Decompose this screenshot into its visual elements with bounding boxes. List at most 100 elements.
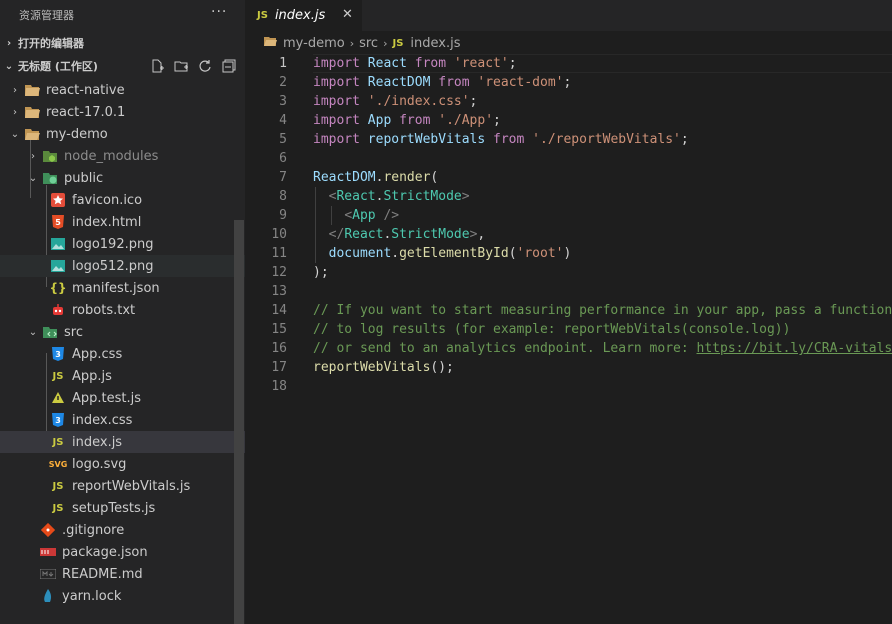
breadcrumb-sub[interactable]: src <box>359 36 378 51</box>
code-line[interactable]: 13 <box>245 282 892 301</box>
code-line[interactable]: 16 // or send to an analytics endpoint. L… <box>245 339 892 358</box>
code-line[interactable]: 4 import App from './App'; <box>245 111 892 130</box>
code-text: document.getElementById('root') <box>328 246 572 261</box>
robot-icon <box>50 302 66 318</box>
code-line[interactable]: 14 // If you want to start measuring perf… <box>245 301 892 320</box>
svg-text:3: 3 <box>55 350 61 359</box>
editor-area: JS index.js ✕ my-demo › src › JS index.j… <box>245 0 892 624</box>
tree-folder[interactable]: › react-native <box>0 79 245 101</box>
workspace-section[interactable]: ⌄ 无标题 (工作区) <box>0 55 245 77</box>
code-line[interactable]: 5 import reportWebVitals from './reportWe… <box>245 130 892 149</box>
tree-file[interactable]: JS index.js <box>0 431 245 453</box>
code-line[interactable]: 9 <App /> <box>245 206 892 225</box>
breadcrumb-file[interactable]: index.js <box>410 36 460 51</box>
line-number: 11 <box>271 246 287 261</box>
code-line[interactable]: 11 document.getElementById('root') <box>245 244 892 263</box>
folder-icon <box>263 35 277 51</box>
tree-file[interactable]: 5 index.html <box>0 211 245 233</box>
svg-text:5: 5 <box>55 218 61 227</box>
code-line[interactable]: 7 ReactDOM.render( <box>245 168 892 187</box>
js-icon: JS <box>52 480 64 492</box>
more-actions-icon[interactable]: ··· <box>211 4 227 20</box>
code-line[interactable]: 18 <box>245 377 892 396</box>
open-editors-section[interactable]: › 打开的编辑器 <box>0 32 245 54</box>
tree-file[interactable]: yarn.lock <box>0 585 245 607</box>
tree-item-label: src <box>64 324 83 340</box>
chevron-down-icon: ⌄ <box>28 326 38 338</box>
code-line[interactable]: 12); <box>245 263 892 282</box>
explorer-sidebar: 资源管理器 ··· › 打开的编辑器 ⌄ 无标题 (工作区) › react-na… <box>0 0 245 624</box>
tree-file[interactable]: {} manifest.json <box>0 277 245 299</box>
tree-file[interactable]: JS App.js <box>0 365 245 387</box>
line-number: 18 <box>271 379 287 394</box>
tree-folder[interactable]: ⌄ public <box>0 167 245 189</box>
tree-file[interactable]: 3 index.css <box>0 409 245 431</box>
collapse-all-icon[interactable] <box>221 58 237 74</box>
chevron-right-icon: › <box>13 84 17 96</box>
close-icon[interactable]: ✕ <box>342 7 353 22</box>
tree-file[interactable]: README.md <box>0 563 245 585</box>
line-number: 17 <box>271 360 287 375</box>
tree-file[interactable]: robots.txt <box>0 299 245 321</box>
tree-file[interactable]: logo192.png <box>0 233 245 255</box>
tree-file[interactable]: logo512.png <box>0 255 245 277</box>
chevron-right-icon: › <box>383 36 388 50</box>
new-file-icon[interactable] <box>149 58 165 74</box>
code-text: ); <box>313 265 329 280</box>
code-line[interactable]: 17 reportWebVitals(); <box>245 358 892 377</box>
breadcrumb: my-demo › src › JS index.js <box>245 31 892 55</box>
tree-file[interactable]: favicon.ico <box>0 189 245 211</box>
tab-index-js[interactable]: JS index.js ✕ <box>245 0 362 31</box>
tree-file[interactable]: JS setupTests.js <box>0 497 245 519</box>
node-folder-icon <box>42 148 58 164</box>
tree-file[interactable]: App.test.js <box>0 387 245 409</box>
src-folder-icon <box>42 324 58 340</box>
tree-file[interactable]: SVG logo.svg <box>0 453 245 475</box>
code-text: <React.StrictMode> <box>328 189 470 204</box>
line-number: 5 <box>279 132 287 147</box>
tree-item-label: robots.txt <box>72 302 136 318</box>
code-text: // to log results (for example: reportWe… <box>313 322 791 337</box>
js-icon: JS <box>392 37 404 49</box>
new-folder-icon[interactable] <box>173 58 189 74</box>
tree-item-label: App.test.js <box>72 390 142 406</box>
code-line[interactable]: 1 import React from 'react'; <box>245 54 892 73</box>
tree-folder[interactable]: › node_modules <box>0 145 245 167</box>
line-number: 2 <box>279 75 287 90</box>
code-line[interactable]: 6 <box>245 149 892 168</box>
tree-folder[interactable]: ⌄ src <box>0 321 245 343</box>
public-folder-icon <box>42 170 58 186</box>
line-number: 4 <box>279 113 287 128</box>
tree-item-label: setupTests.js <box>72 500 156 516</box>
tree-file[interactable]: package.json <box>0 541 245 563</box>
code-line[interactable]: 15 // to log results (for example: report… <box>245 320 892 339</box>
tree-item-label: manifest.json <box>72 280 160 296</box>
tree-file[interactable]: 3 App.css <box>0 343 245 365</box>
workspace-label: 无标题 (工作区) <box>18 60 98 73</box>
js-icon: JS <box>257 10 268 21</box>
tab-bar: JS index.js ✕ <box>245 0 892 31</box>
code-text: import App from './App'; <box>313 113 501 128</box>
code-text: import './index.css'; <box>313 94 478 109</box>
tree-item-label: logo192.png <box>72 236 154 252</box>
line-number: 12 <box>271 265 287 280</box>
tree-item-label: logo.svg <box>72 456 127 472</box>
breadcrumb-folder[interactable]: my-demo <box>283 36 345 51</box>
code-line[interactable]: 2 import ReactDOM from 'react-dom'; <box>245 73 892 92</box>
tree-item-label: App.js <box>72 368 112 384</box>
tree-folder[interactable]: › react-17.0.1 <box>0 101 245 123</box>
code-line[interactable]: 10 </React.StrictMode>, <box>245 225 892 244</box>
code-line[interactable]: 8 <React.StrictMode> <box>245 187 892 206</box>
workspace-actions <box>149 55 237 77</box>
tree-file[interactable]: JS reportWebVitals.js <box>0 475 245 497</box>
tree-item-label: favicon.ico <box>72 192 143 208</box>
code-line[interactable]: 3 import './index.css'; <box>245 92 892 111</box>
tree-item-label: react-17.0.1 <box>46 104 126 120</box>
folder-icon <box>24 104 40 120</box>
chevron-down-icon: ⌄ <box>4 60 14 72</box>
tree-file[interactable]: .gitignore <box>0 519 245 541</box>
tree-folder[interactable]: ⌄ my-demo <box>0 123 245 145</box>
tab-label: index.js <box>274 8 326 23</box>
sidebar-scrollbar[interactable] <box>234 220 244 624</box>
refresh-icon[interactable] <box>197 58 213 74</box>
